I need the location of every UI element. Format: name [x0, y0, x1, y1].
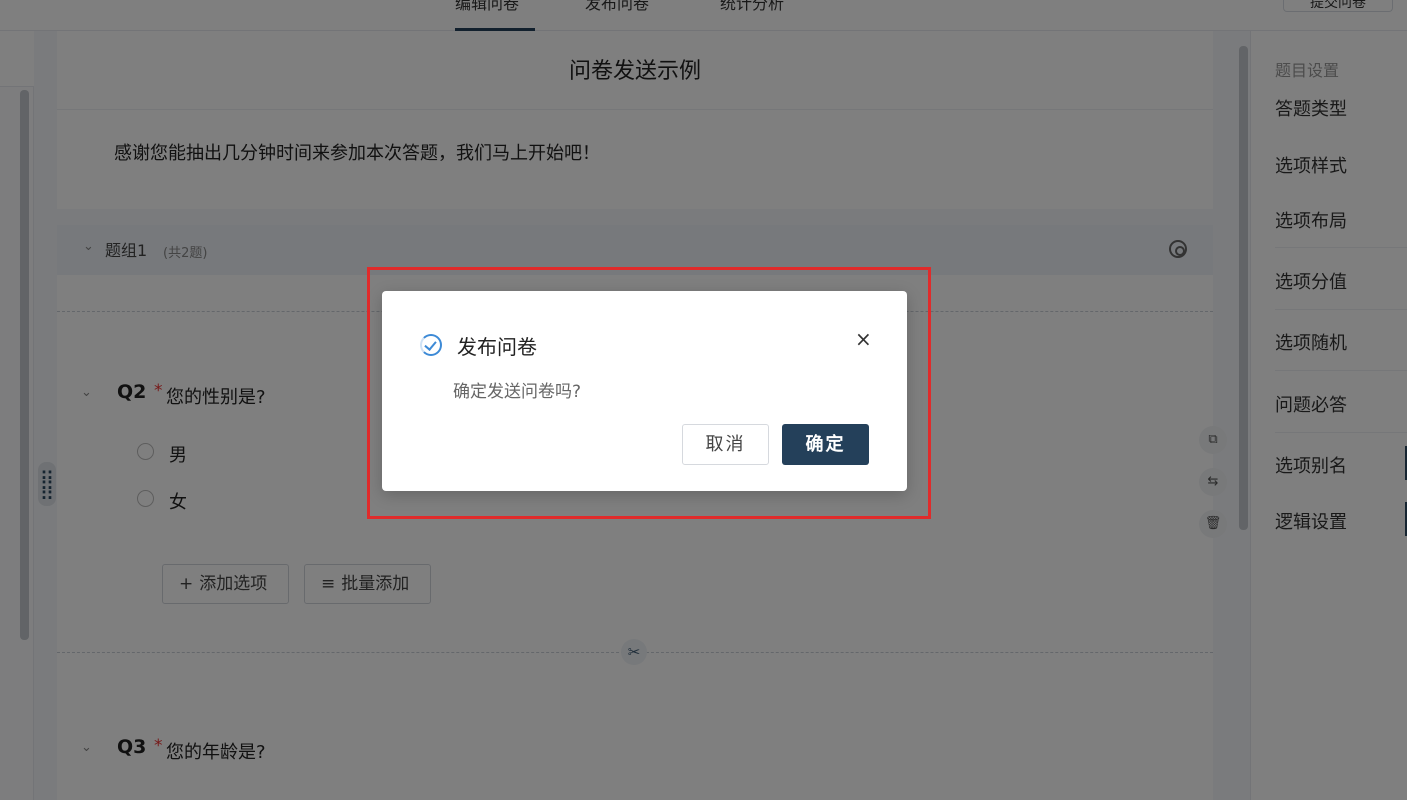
dialog-message: 确定发送问卷吗? — [453, 382, 582, 402]
publish-dialog: 发布问卷 × 确定发送问卷吗? 取消 确定 — [382, 291, 907, 491]
cancel-button[interactable]: 取消 — [682, 424, 769, 465]
close-icon[interactable]: × — [855, 327, 872, 351]
loading-check-icon — [420, 334, 442, 356]
confirm-button[interactable]: 确定 — [782, 424, 869, 465]
dialog-title: 发布问卷 — [457, 335, 537, 359]
